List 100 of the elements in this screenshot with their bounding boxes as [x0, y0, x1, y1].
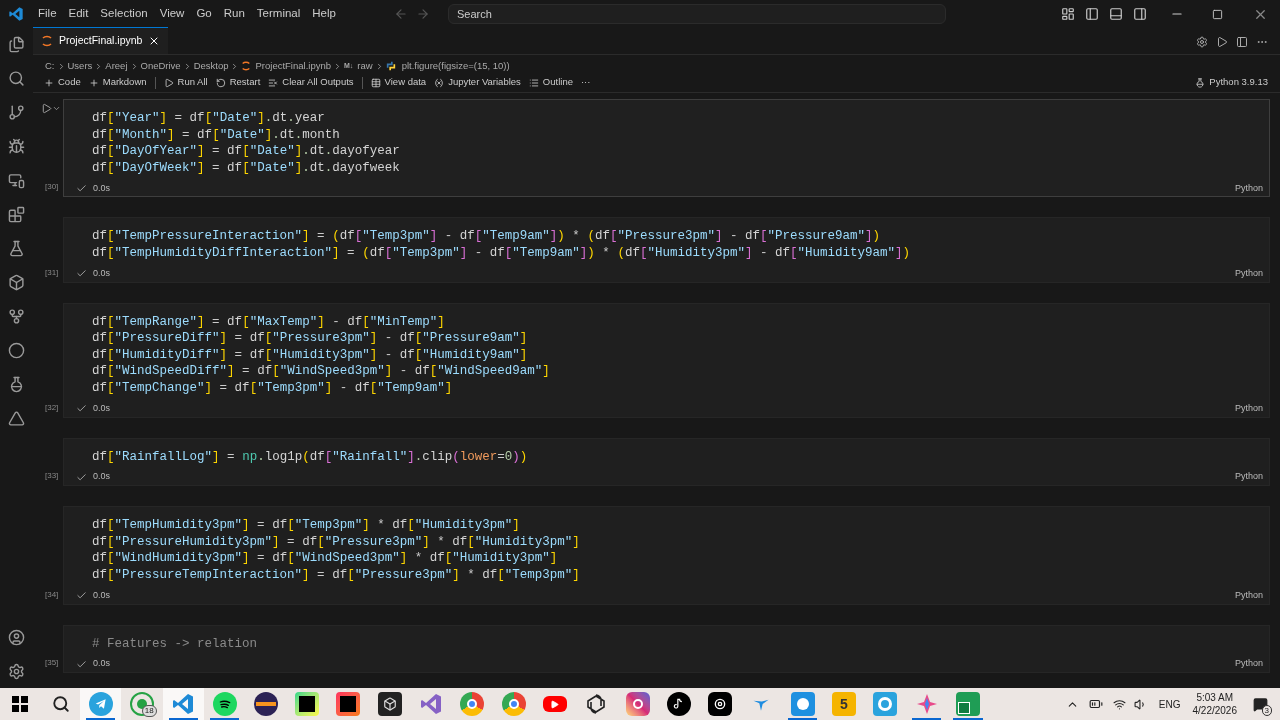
- menu-item[interactable]: Edit: [62, 5, 95, 23]
- toggle-sidebar-icon[interactable]: [1085, 7, 1099, 21]
- number-tile-icon: 5: [832, 692, 856, 716]
- restart-icon: [215, 77, 226, 88]
- code-cell[interactable]: df["RainfallLog"] = np.log1p(df["Rainfall"].clip(lower=0)) 0.0s Python: [63, 437, 1270, 487]
- toggle-secondary-sidebar-icon[interactable]: [1133, 7, 1147, 21]
- success-check-icon: [76, 471, 87, 483]
- menu-item[interactable]: View: [153, 5, 191, 23]
- gear-icon[interactable]: [1196, 36, 1208, 48]
- clock-time[interactable]: 5:03 AM: [1196, 691, 1234, 704]
- battery-icon[interactable]: [1088, 697, 1103, 711]
- execution-time: 0.0s: [93, 181, 110, 195]
- code-line: df["TempChange"] = df["Temp3pm"] - df["Temp9am"]: [92, 379, 453, 397]
- speaker-icon[interactable]: [1133, 697, 1147, 711]
- toolbar-button[interactable]: Markdown: [84, 75, 151, 90]
- run-debug-icon[interactable]: [8, 138, 25, 155]
- cell-language[interactable]: Python: [1234, 588, 1263, 603]
- code-line: df["PressureHumidity3pm"] = df["Pressure3pm"] * df["Humidity3pm"]: [92, 533, 580, 551]
- cell-language[interactable]: Python: [1234, 181, 1263, 196]
- notification-center-icon[interactable]: [1253, 696, 1268, 712]
- code-line: df["TempRange"] = df["MaxTemp"] - df["MinTemp"]: [92, 313, 445, 331]
- execution-count: [31]: [44, 266, 60, 279]
- menu-item[interactable]: Terminal: [250, 5, 307, 23]
- breadcrumb-item[interactable]: OneDrive: [140, 58, 181, 74]
- execution-time: 0.0s: [93, 470, 110, 484]
- code-line: df["PressureDiff"] = df["Pressure3pm"] - df["Pressure9am"]: [92, 330, 528, 347]
- menu-item[interactable]: Run: [217, 5, 251, 23]
- chevron-right-icon: [333, 61, 342, 71]
- toolbar-button[interactable]: Restart: [211, 75, 265, 90]
- snake-icon: [385, 61, 396, 71]
- account-icon[interactable]: [8, 629, 25, 646]
- code-cell[interactable]: # Features -> relation 0.0s Python: [63, 624, 1270, 674]
- settings-icon[interactable]: [8, 663, 25, 680]
- breadcrumb-item[interactable]: Areej: [105, 58, 128, 74]
- menu-item[interactable]: Help: [306, 5, 342, 23]
- notification-count: 3: [1261, 704, 1272, 716]
- package-icon[interactable]: [8, 274, 25, 291]
- breadcrumb-item[interactable]: C:: [45, 58, 55, 74]
- customize-layout-icon[interactable]: [1061, 7, 1075, 21]
- toolbar-button[interactable]: Outline: [524, 75, 577, 90]
- search-icon[interactable]: [52, 695, 70, 713]
- code-line: df["TempHumidityDiffInteraction"] = (df["Temp3pm"] - df["Temp9am"]) * (df["Humidity3pm"] - df["Humidity9am"]): [92, 244, 911, 262]
- flask-icon[interactable]: [8, 240, 25, 257]
- code-line: df["WindSpeedDiff"] = df["WindSpeed3pm"] - df["WindSpeed9am"]: [92, 363, 550, 380]
- breadcrumb-item[interactable]: raw: [357, 58, 373, 74]
- drive-icon[interactable]: [8, 410, 25, 427]
- code-cell[interactable]: [63, 506, 1270, 605]
- remote-explorer-icon[interactable]: [8, 172, 25, 189]
- run-cell-button[interactable]: [41, 103, 61, 114]
- split-editor-icon[interactable]: [1236, 36, 1248, 48]
- toolbar-button[interactable]: Run All: [159, 75, 212, 90]
- toolbar-button[interactable]: View data: [366, 75, 431, 90]
- search-field[interactable]: Search: [447, 4, 946, 24]
- menu-item[interactable]: File: [32, 5, 63, 23]
- code-cell[interactable]: df["Year"] = df["Date"].dt.year df["Month"] = df["Date"].dt.month df["DayOfYear"] = df["Date"].dt.dayofyear df["DayOfWeek"] = df["Date"].dt.dayofweek 0.0s Python: [63, 99, 1270, 198]
- kernel-picker[interactable]: Python 3.9.13: [1209, 75, 1268, 90]
- files-icon[interactable]: [8, 36, 25, 53]
- breadcrumb-item[interactable]: Desktop: [193, 58, 229, 74]
- camera-outline-icon: [625, 692, 650, 716]
- editor-tab[interactable]: ProjectFinal.ipynb: [33, 27, 169, 54]
- toolbar-button[interactable]: Code: [40, 75, 85, 90]
- input-language[interactable]: ENG: [1158, 696, 1181, 712]
- code-cell[interactable]: [63, 302, 1270, 418]
- video-play-icon: [542, 696, 567, 712]
- breadcrumb-item[interactable]: plt.figure(figsize=(15, 10)): [401, 58, 510, 74]
- menu-item[interactable]: Selection: [94, 5, 154, 23]
- cell-language[interactable]: Python: [1234, 470, 1263, 484]
- clear-list-icon: [268, 77, 279, 88]
- search-icon[interactable]: [8, 70, 25, 87]
- breadcrumb-item[interactable]: ProjectFinal.ipynb: [255, 58, 331, 74]
- toolbar-button[interactable]: Clear All Outputs: [264, 75, 358, 90]
- extensions-icon[interactable]: [8, 206, 25, 223]
- wifi-icon[interactable]: [1112, 697, 1126, 711]
- start-icon[interactable]: [12, 696, 28, 712]
- breadcrumb-item[interactable]: Users: [67, 58, 93, 74]
- run-icon[interactable]: [1216, 36, 1228, 48]
- execution-count: [33]: [44, 470, 60, 483]
- app-tile-icon: [790, 692, 815, 716]
- toolbar-button[interactable]: ···: [576, 75, 595, 90]
- taskbar-app[interactable]: 5: [823, 688, 865, 720]
- plus-icon: [44, 77, 54, 88]
- source-control-icon[interactable]: [8, 104, 25, 121]
- taskbar-app[interactable]: 18: [121, 688, 163, 720]
- cell-language[interactable]: Python: [1234, 657, 1263, 671]
- code-cell[interactable]: [63, 217, 1270, 283]
- clock-date[interactable]: 4/22/2026: [1192, 704, 1237, 717]
- execution-time: 0.0s: [93, 657, 110, 671]
- git-graph-icon[interactable]: [8, 308, 25, 325]
- execution-time: 0.0s: [93, 401, 110, 415]
- restore-icon[interactable]: [1212, 8, 1223, 20]
- success-check-icon: [76, 658, 87, 670]
- notification-badge: 18: [141, 705, 157, 717]
- toggle-panel-icon[interactable]: [1109, 7, 1123, 21]
- toolbar-button[interactable]: Jupyter Variables: [430, 75, 525, 90]
- cell-language[interactable]: Python: [1234, 401, 1263, 416]
- menu-item[interactable]: Go: [190, 5, 218, 23]
- music-note-icon: [666, 692, 691, 716]
- execution-time: 0.0s: [93, 266, 110, 280]
- cell-language[interactable]: Python: [1234, 266, 1263, 281]
- code-line: df["WindHumidity3pm"] = df["WindSpeed3pm"] * df["Humidity3pm"]: [92, 550, 558, 567]
